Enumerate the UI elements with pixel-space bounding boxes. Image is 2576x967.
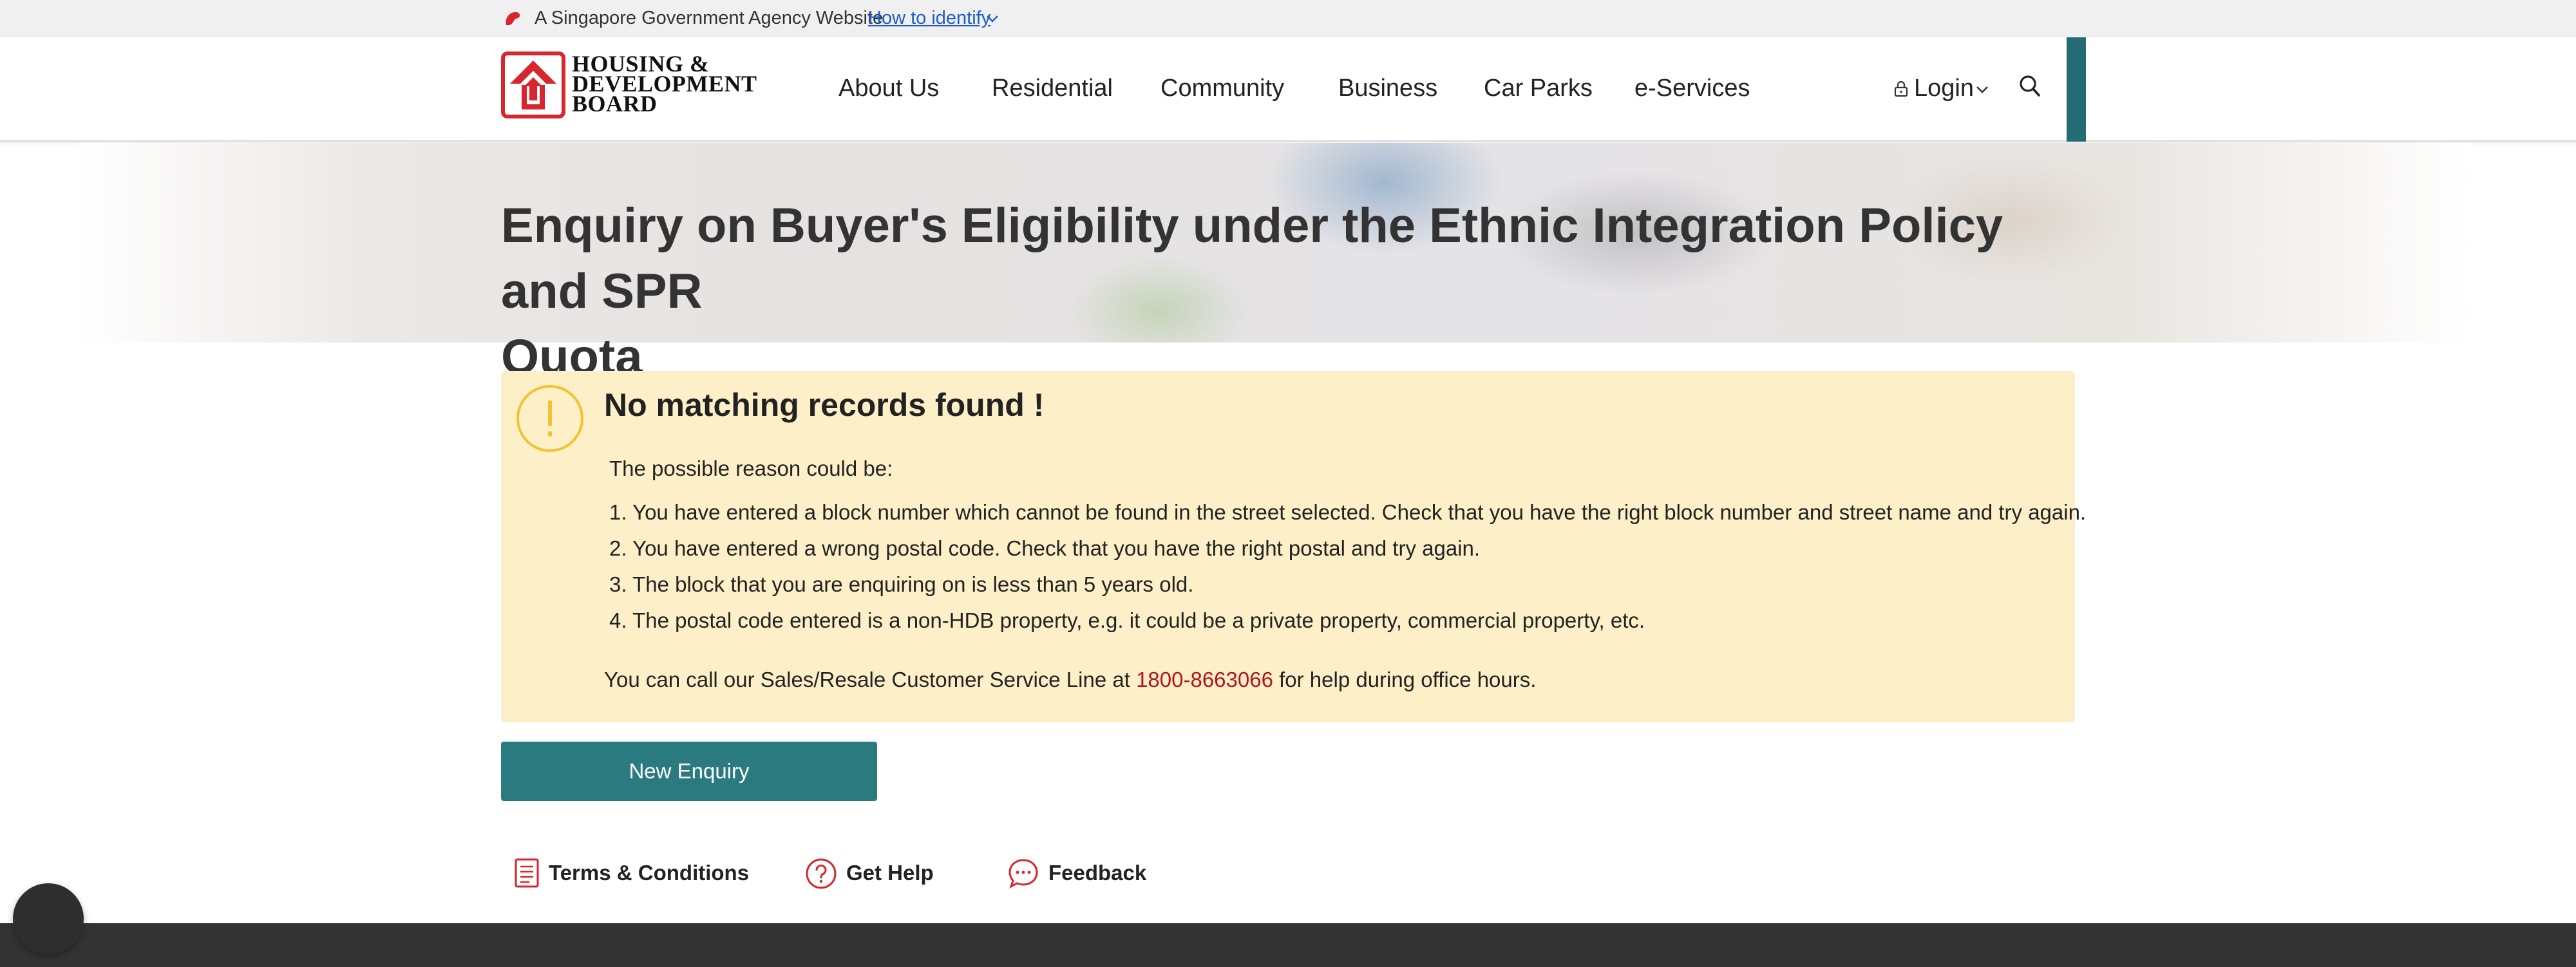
reason-item: 1. You have entered a block number which… xyxy=(609,500,2087,524)
alert-title: No matching records found ! xyxy=(604,387,1045,423)
reason-item: 3. The block that you are enquiring on i… xyxy=(609,572,1194,596)
chevron-down-icon xyxy=(1976,86,1988,93)
chevron-down-icon[interactable] xyxy=(985,13,999,24)
site-header: HOUSING & DEVELOPMENT BOARD About Us Res… xyxy=(0,37,2576,142)
singapore-lion-icon xyxy=(506,12,520,26)
page-title: Enquiry on Buyer's Eligibility under the… xyxy=(501,193,2047,390)
gov-agency-text: A Singapore Government Agency Website xyxy=(535,8,884,28)
document-icon xyxy=(515,858,539,888)
exclamation-icon xyxy=(516,385,583,452)
nav-business[interactable]: Business xyxy=(1338,72,1437,104)
chat-bubble-icon xyxy=(1009,859,1038,889)
reason-item: 4. The postal code entered is a non-HDB … xyxy=(609,608,1645,632)
hdb-logo-text: HOUSING & DEVELOPMENT BOARD xyxy=(572,52,757,117)
reason-item: 2. You have entered a wrong postal code.… xyxy=(609,536,1481,560)
hdb-logo-mark xyxy=(501,52,565,118)
terms-label: Terms & Conditions xyxy=(549,861,750,885)
page-title-line: Enquiry on Buyer's Eligibility under the… xyxy=(501,198,2003,319)
call-prefix: You can call our Sales/Resale Customer S… xyxy=(604,668,1137,691)
house-arrow-icon xyxy=(510,61,556,109)
nav-community[interactable]: Community xyxy=(1160,72,1284,104)
call-info: You can call our Sales/Resale Customer S… xyxy=(604,666,1536,694)
phone-number[interactable]: 1800-8663066 xyxy=(1136,668,1273,691)
header-accent-bar xyxy=(2067,37,2086,142)
login-label: Login xyxy=(1914,75,1974,102)
search-icon[interactable] xyxy=(2018,73,2041,99)
alert-intro: The possible reason could be: xyxy=(609,456,893,480)
chat-widget-button[interactable] xyxy=(13,883,84,954)
no-records-alert: No matching records found ! The possible… xyxy=(501,371,2086,722)
lock-icon xyxy=(1894,80,1908,97)
new-enquiry-button[interactable]: New Enquiry xyxy=(501,742,877,801)
gov-masthead: A Singapore Government Agency Website Ho… xyxy=(0,0,2576,37)
how-to-identify-link[interactable]: How to identify xyxy=(868,6,990,30)
site-footer xyxy=(0,923,2576,967)
call-suffix: for help during office hours. xyxy=(1273,668,1537,691)
logo-line: BOARD xyxy=(572,91,658,117)
feedback-label: Feedback xyxy=(1048,861,1147,885)
question-circle-icon xyxy=(806,858,837,889)
get-help-label: Get Help xyxy=(846,861,934,885)
nav-car-parks[interactable]: Car Parks xyxy=(1484,72,1593,104)
nav-about-us[interactable]: About Us xyxy=(838,72,939,104)
nav-e-services[interactable]: e-Services xyxy=(1634,72,1750,104)
nav-residential[interactable]: Residential xyxy=(992,72,1113,104)
hdb-logo[interactable]: HOUSING & DEVELOPMENT BOARD xyxy=(501,52,762,118)
